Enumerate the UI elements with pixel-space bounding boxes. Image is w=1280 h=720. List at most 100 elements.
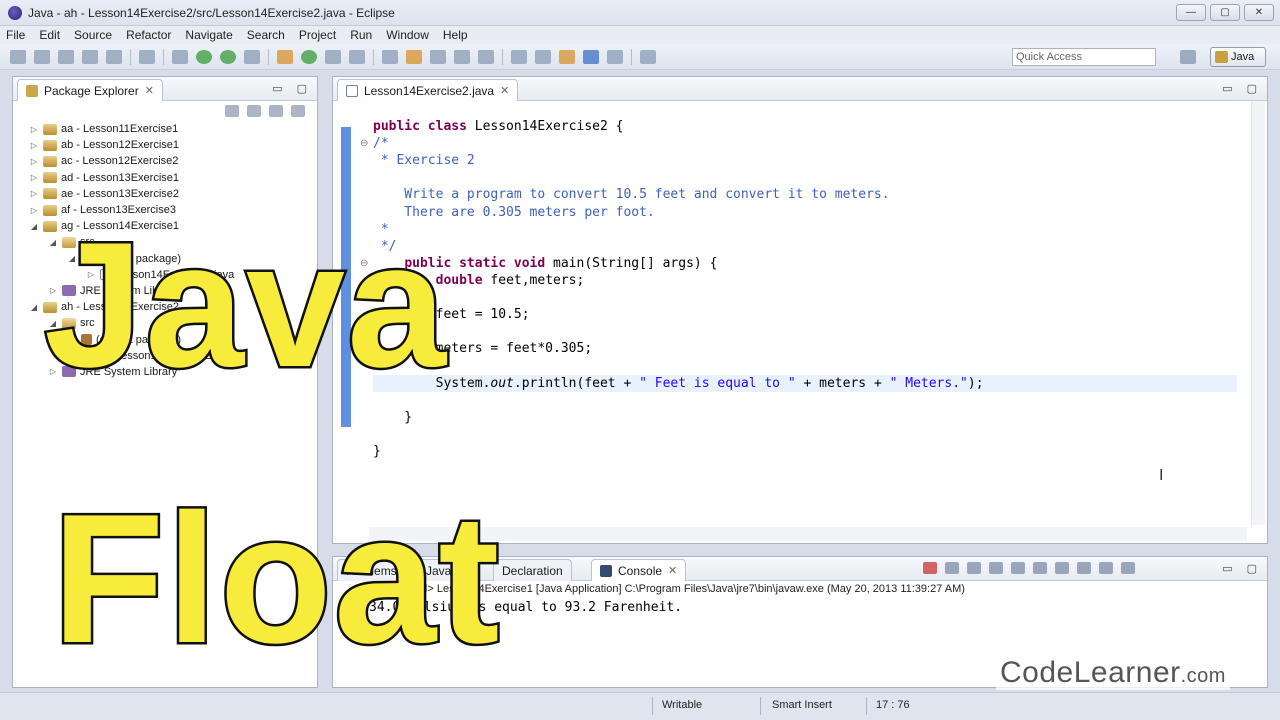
code-line: public class Lesson14Exercise2 { [373, 119, 624, 134]
previous-annotation-icon[interactable] [535, 49, 551, 64]
skip-breakpoints-icon[interactable] [139, 49, 155, 64]
link-with-editor-icon[interactable] [247, 105, 261, 117]
collapse-arrow-icon[interactable]: ◢ [29, 303, 39, 312]
collapse-all-icon[interactable] [225, 105, 239, 117]
menu-source[interactable]: Source [74, 28, 112, 42]
status-writable: Writable [662, 699, 703, 711]
fold-toggle-icon[interactable]: ⊖ [360, 138, 368, 149]
new-class-icon[interactable] [301, 49, 317, 64]
save-icon[interactable] [58, 49, 74, 64]
pin-editor-icon[interactable] [640, 49, 656, 64]
status-separator [652, 697, 653, 715]
tab-package-explorer[interactable]: Package Explorer ✕ [17, 79, 163, 101]
maximize-button[interactable]: ▢ [1210, 4, 1240, 21]
pin-console-icon[interactable] [1077, 562, 1091, 574]
open-perspective-icon[interactable] [1180, 50, 1196, 64]
close-icon[interactable]: ✕ [500, 81, 509, 101]
window-titlebar: Java - ah - Lesson14Exercise2/src/Lesson… [0, 0, 1280, 26]
display-console-icon[interactable] [1099, 562, 1113, 574]
show-source-icon[interactable] [478, 49, 494, 64]
menu-refactor[interactable]: Refactor [126, 28, 171, 42]
terminate-icon[interactable] [923, 562, 937, 574]
toolbar-separator [502, 48, 503, 65]
expand-arrow-icon[interactable]: ▷ [29, 125, 39, 134]
coverage-icon[interactable] [220, 49, 236, 64]
expand-arrow-icon[interactable]: ▷ [29, 141, 39, 150]
tab-lesson14exercise2-java[interactable]: Lesson14Exercise2.java ✕ [337, 79, 519, 101]
debug-icon[interactable] [172, 49, 188, 64]
expand-arrow-icon[interactable]: ▷ [29, 189, 39, 198]
console-icon [600, 564, 612, 577]
tree-item[interactable]: ▷ ac - Lesson12Exercise2 [13, 153, 317, 169]
minimize-view-icon[interactable]: ▭ [1222, 562, 1232, 575]
remove-all-launches-icon[interactable] [967, 562, 981, 574]
save-all-icon[interactable] [82, 49, 98, 64]
block-selection-icon[interactable] [430, 49, 446, 64]
menu-edit[interactable]: Edit [39, 28, 60, 42]
clear-console-icon[interactable] [989, 562, 1003, 574]
scroll-lock-icon[interactable] [1011, 562, 1025, 574]
menu-project[interactable]: Project [299, 28, 336, 42]
show-console-on-output-icon[interactable] [1055, 562, 1069, 574]
last-edit-icon[interactable] [559, 49, 575, 64]
menu-file[interactable]: File [6, 28, 25, 42]
project-folder-icon [43, 188, 57, 200]
word-wrap-icon[interactable] [1033, 562, 1047, 574]
status-separator [866, 697, 867, 715]
open-type-icon[interactable] [325, 49, 341, 64]
menu-navigate[interactable]: Navigate [185, 28, 232, 42]
code-line: } [373, 443, 381, 459]
tab-label: Declaration [502, 563, 563, 578]
print-icon[interactable] [106, 49, 122, 64]
maximize-view-icon[interactable]: ▢ [1247, 562, 1257, 575]
quick-access-input[interactable]: Quick Access [1012, 48, 1156, 66]
editor-vertical-scrollbar[interactable] [1251, 101, 1265, 525]
forward-icon[interactable] [607, 49, 623, 64]
toggle-highlight-icon[interactable] [406, 49, 422, 64]
close-icon[interactable]: ✕ [668, 561, 677, 581]
minimize-view-icon[interactable]: ▭ [1222, 82, 1232, 95]
window-controls: — ▢ ✕ [1176, 4, 1274, 21]
expand-arrow-icon[interactable]: ▷ [29, 157, 39, 166]
code-editor[interactable]: public class Lesson14Exercise2 {/* ⊖ * Ex… [333, 101, 1267, 525]
console-toolbar [923, 562, 1135, 574]
java-perspective-button[interactable]: Java [1210, 47, 1266, 67]
tree-item[interactable]: ▷ ad - Lesson13Exercise1 [13, 170, 317, 186]
back-icon[interactable] [583, 49, 599, 64]
menu-run[interactable]: Run [350, 28, 372, 42]
tree-item[interactable]: ▷ aa - Lesson11Exercise1 [13, 121, 317, 137]
minimize-view-icon[interactable]: ▭ [272, 82, 282, 95]
close-window-button[interactable]: ✕ [1244, 4, 1274, 21]
expand-arrow-icon[interactable]: ▷ [29, 173, 39, 182]
new-java-project-icon[interactable] [277, 49, 293, 64]
expand-arrow-icon[interactable]: ▷ [29, 206, 39, 215]
view-menu-icon[interactable] [291, 105, 305, 117]
codelearner-watermark: CodeLearner.com [996, 656, 1230, 690]
tab-console[interactable]: Console ✕ [591, 559, 687, 581]
status-cursor-position: 17 : 76 [876, 699, 910, 711]
next-annotation-icon[interactable] [511, 49, 527, 64]
maximize-view-icon[interactable]: ▢ [297, 82, 307, 95]
menu-search[interactable]: Search [247, 28, 285, 42]
close-icon[interactable]: ✕ [145, 81, 154, 101]
run-icon[interactable] [196, 49, 212, 64]
maximize-view-icon[interactable]: ▢ [1247, 82, 1257, 95]
tab-declaration[interactable]: Declaration [493, 559, 572, 581]
search-icon[interactable] [349, 49, 365, 64]
minimize-button[interactable]: — [1176, 4, 1206, 21]
tree-item-label: ac - Lesson12Exercise2 [61, 155, 179, 168]
external-tools-icon[interactable] [244, 49, 260, 64]
collapse-arrow-icon[interactable]: ◢ [29, 222, 39, 231]
menu-help[interactable]: Help [443, 28, 468, 42]
tree-item[interactable]: ▷ ae - Lesson13Exercise2 [13, 186, 317, 202]
menu-window[interactable]: Window [386, 28, 429, 42]
show-whitespace-icon[interactable] [454, 49, 470, 64]
new-icon[interactable] [10, 49, 26, 64]
tree-item[interactable]: ▷ ab - Lesson12Exercise1 [13, 137, 317, 153]
toggle-mark-occurrences-icon[interactable] [382, 49, 398, 64]
open-console-icon[interactable] [1121, 562, 1135, 574]
new-wizard-icon[interactable] [34, 49, 50, 64]
remove-launch-icon[interactable] [945, 562, 959, 574]
tree-item-label: ae - Lesson13Exercise2 [61, 187, 180, 200]
focus-icon[interactable] [269, 105, 283, 117]
